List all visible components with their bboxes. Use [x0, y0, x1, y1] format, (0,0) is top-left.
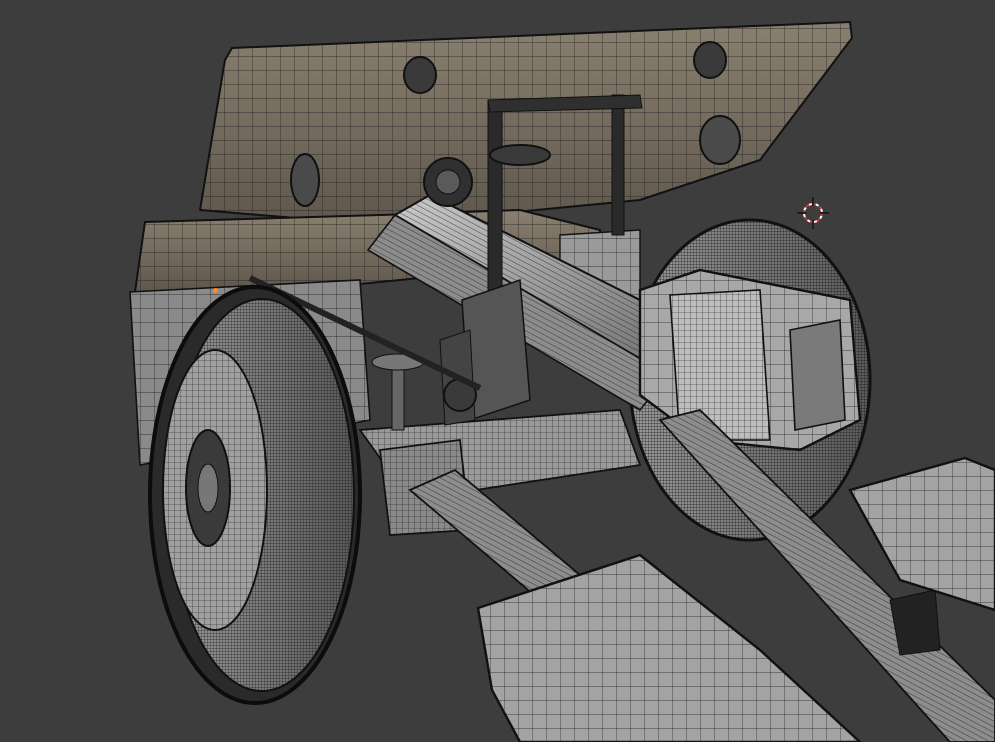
3d-cursor-icon[interactable]	[797, 197, 829, 229]
left-wheel	[148, 285, 362, 705]
wireframe-model-scene	[129, 20, 995, 742]
3d-viewport[interactable]	[0, 0, 995, 742]
object-origin-icon	[213, 288, 218, 293]
trail-leg-left	[408, 468, 582, 602]
